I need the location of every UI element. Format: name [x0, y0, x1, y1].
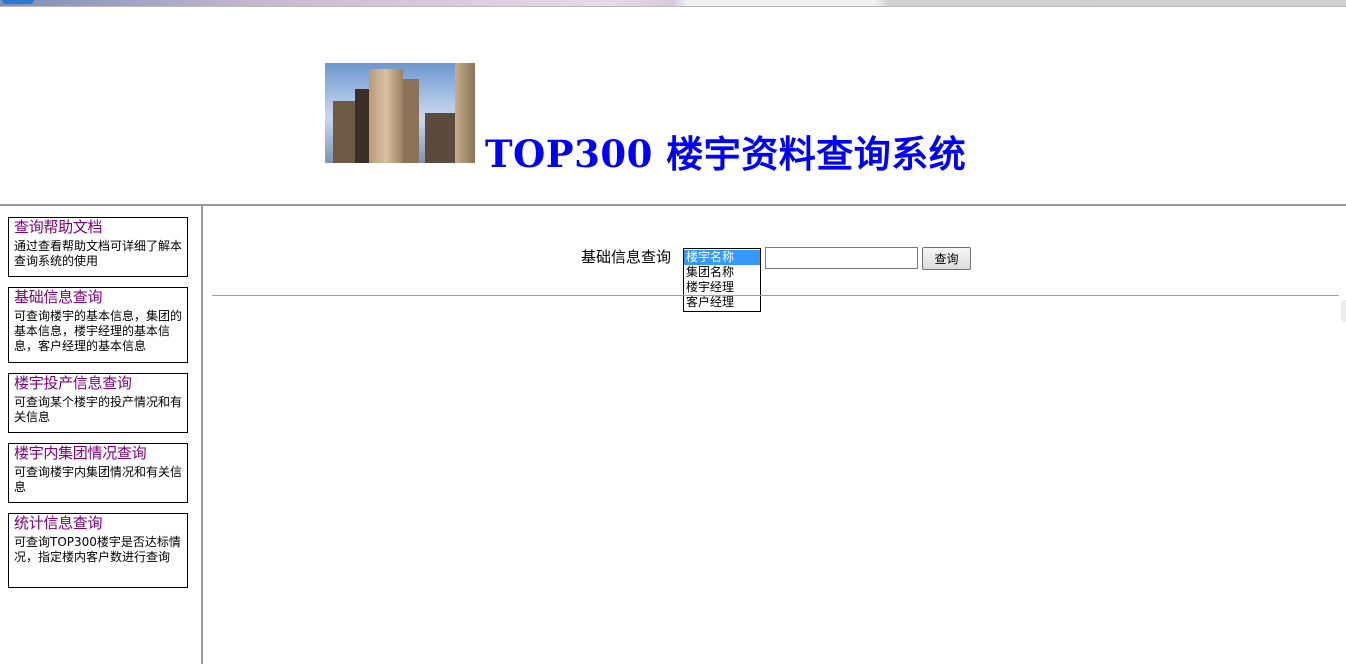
sidebar-item-group-status: 楼宇内集团情况查询 可查询楼宇内集团情况和有关信息 — [8, 443, 188, 503]
sidebar-divider — [201, 205, 203, 664]
listbox-option-building-name[interactable]: 楼宇名称 — [684, 250, 760, 265]
sidebar-item-production-info-description: 可查询某个楼宇的投产情况和有关信息 — [14, 395, 183, 424]
sidebar-item-basic-info-description: 可查询楼宇的基本信息，集团的基本信息，楼宇经理的基本信息，客户经理的基本信息 — [14, 309, 183, 353]
sidebar-item-statistics-description: 可查询TOP300楼宇是否达标情况，指定楼内客户数进行查询 — [14, 535, 181, 564]
search-label: 基础信息查询 — [581, 248, 672, 266]
search-input[interactable] — [765, 247, 918, 269]
listbox-option-building-manager[interactable]: 楼宇经理 — [684, 280, 760, 295]
sidebar-item-help-docs: 查询帮助文档 通过查看帮助文档可详细了解本查询系统的使用 — [8, 217, 188, 277]
sidebar-item-group-status-link[interactable]: 楼宇内集团情况查询 — [14, 444, 182, 462]
search-field-listbox[interactable]: 楼宇名称 集团名称 楼宇经理 客户经理 — [683, 248, 761, 312]
sidebar-item-production-info: 楼宇投产信息查询 可查询某个楼宇的投产情况和有关信息 — [8, 373, 188, 433]
sidebar-item-help-docs-link[interactable]: 查询帮助文档 — [14, 218, 182, 236]
sidebar-item-group-status-description: 可查询楼宇内集团情况和有关信息 — [14, 465, 183, 494]
building-photo — [325, 63, 475, 163]
scrollbar-edge[interactable] — [1341, 300, 1346, 322]
listbox-option-account-manager[interactable]: 客户经理 — [684, 295, 760, 310]
sidebar-item-production-info-link[interactable]: 楼宇投产信息查询 — [14, 374, 182, 392]
sidebar-item-basic-info-link[interactable]: 基础信息查询 — [14, 288, 182, 306]
search-button[interactable]: 查询 — [922, 247, 971, 270]
content-divider — [212, 295, 1339, 296]
browser-top-strip — [0, 0, 1346, 7]
sidebar-item-help-docs-description: 通过查看帮助文档可详细了解本查询系统的使用 — [14, 239, 183, 268]
sidebar-item-statistics-link[interactable]: 统计信息查询 — [14, 514, 182, 532]
listbox-option-group-name[interactable]: 集团名称 — [684, 265, 760, 280]
sidebar-item-basic-info: 基础信息查询 可查询楼宇的基本信息，集团的基本信息，楼宇经理的基本信息，客户经理… — [8, 287, 188, 363]
page-title: TOP300 楼宇资料查询系统 — [485, 132, 967, 176]
sidebar-item-statistics: 统计信息查询 可查询TOP300楼宇是否达标情况，指定楼内客户数进行查询 — [8, 513, 188, 588]
browser-tab-icon — [2, 0, 34, 4]
